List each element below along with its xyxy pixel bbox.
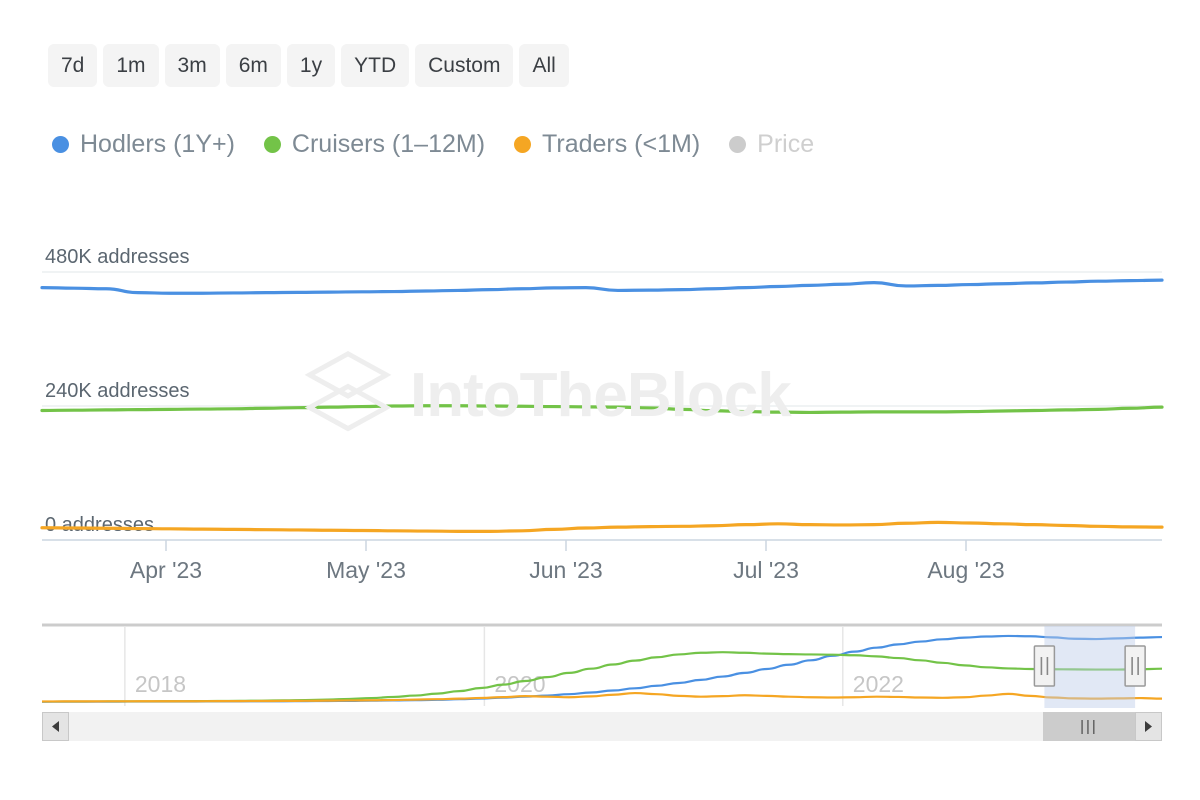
legend-label-traders: Traders (<1M) bbox=[542, 132, 700, 157]
legend-item-price[interactable]: Price bbox=[729, 132, 814, 157]
y-axis-tick-label: 480K addresses bbox=[45, 246, 190, 268]
range-button-1y[interactable]: 1y bbox=[287, 44, 335, 87]
legend-item-traders[interactable]: Traders (<1M) bbox=[514, 132, 700, 157]
legend-label-cruisers: Cruisers (1–12M) bbox=[292, 132, 485, 157]
chevron-left-icon bbox=[50, 720, 61, 733]
x-axis: Apr '23 May '23 Jun '23 Jul '23 Aug '23 bbox=[130, 540, 1005, 583]
x-axis-tick-label: Jul '23 bbox=[733, 557, 799, 583]
scrollbar-thumb[interactable]: ||| bbox=[1043, 712, 1135, 741]
chart-navigator[interactable]: 201820202022 bbox=[42, 622, 1162, 712]
time-range-button-group: 7d 1m 3m 6m 1y YTD Custom All bbox=[48, 44, 569, 87]
legend-label-hodlers: Hodlers (1Y+) bbox=[80, 132, 235, 157]
navigator-year-label: 2022 bbox=[853, 671, 904, 697]
range-button-3m[interactable]: 3m bbox=[165, 44, 220, 87]
legend-item-hodlers[interactable]: Hodlers (1Y+) bbox=[52, 132, 235, 157]
series-line bbox=[42, 522, 1162, 531]
scrollbar-thumb-grip: ||| bbox=[1080, 719, 1098, 734]
y-axis-tick-label: 240K addresses bbox=[45, 380, 190, 402]
x-axis-tick-label: Aug '23 bbox=[927, 557, 1004, 583]
chevron-right-icon bbox=[1143, 720, 1154, 733]
main-chart-svg: 0 addresses240K addresses480K addresses … bbox=[0, 210, 1200, 600]
navigator-scrollbar[interactable]: ||| bbox=[42, 712, 1162, 741]
navigator-handle-left[interactable] bbox=[1034, 646, 1054, 686]
navigator-handle-right[interactable] bbox=[1125, 646, 1145, 686]
x-axis-tick-label: Apr '23 bbox=[130, 557, 202, 583]
range-button-ytd[interactable]: YTD bbox=[341, 44, 409, 87]
legend-dot-traders bbox=[514, 136, 531, 153]
range-button-custom[interactable]: Custom bbox=[415, 44, 513, 87]
legend-label-price: Price bbox=[757, 132, 814, 157]
legend-dot-hodlers bbox=[52, 136, 69, 153]
range-button-6m[interactable]: 6m bbox=[226, 44, 281, 87]
series-line bbox=[42, 280, 1162, 293]
navigator-selection-region[interactable] bbox=[1044, 626, 1135, 708]
legend-dot-cruisers bbox=[264, 136, 281, 153]
legend-item-cruisers[interactable]: Cruisers (1–12M) bbox=[264, 132, 485, 157]
navigator-year-label: 2018 bbox=[135, 671, 186, 697]
x-axis-tick-label: May '23 bbox=[326, 557, 406, 583]
y-axis-tick-label: 0 addresses bbox=[45, 514, 154, 536]
scrollbar-right-arrow-button[interactable] bbox=[1135, 712, 1162, 741]
scrollbar-track[interactable]: ||| bbox=[69, 712, 1135, 741]
x-axis-tick-label: Jun '23 bbox=[529, 557, 602, 583]
range-button-1m[interactable]: 1m bbox=[103, 44, 158, 87]
chart-legend: Hodlers (1Y+) Cruisers (1–12M) Traders (… bbox=[52, 132, 814, 157]
range-button-7d[interactable]: 7d bbox=[48, 44, 97, 87]
range-button-all[interactable]: All bbox=[519, 44, 568, 87]
legend-dot-price bbox=[729, 136, 746, 153]
navigator-svg: 201820202022 bbox=[42, 622, 1162, 712]
scrollbar-left-arrow-button[interactable] bbox=[42, 712, 69, 741]
main-chart-plot[interactable]: 0 addresses240K addresses480K addresses … bbox=[0, 210, 1200, 600]
